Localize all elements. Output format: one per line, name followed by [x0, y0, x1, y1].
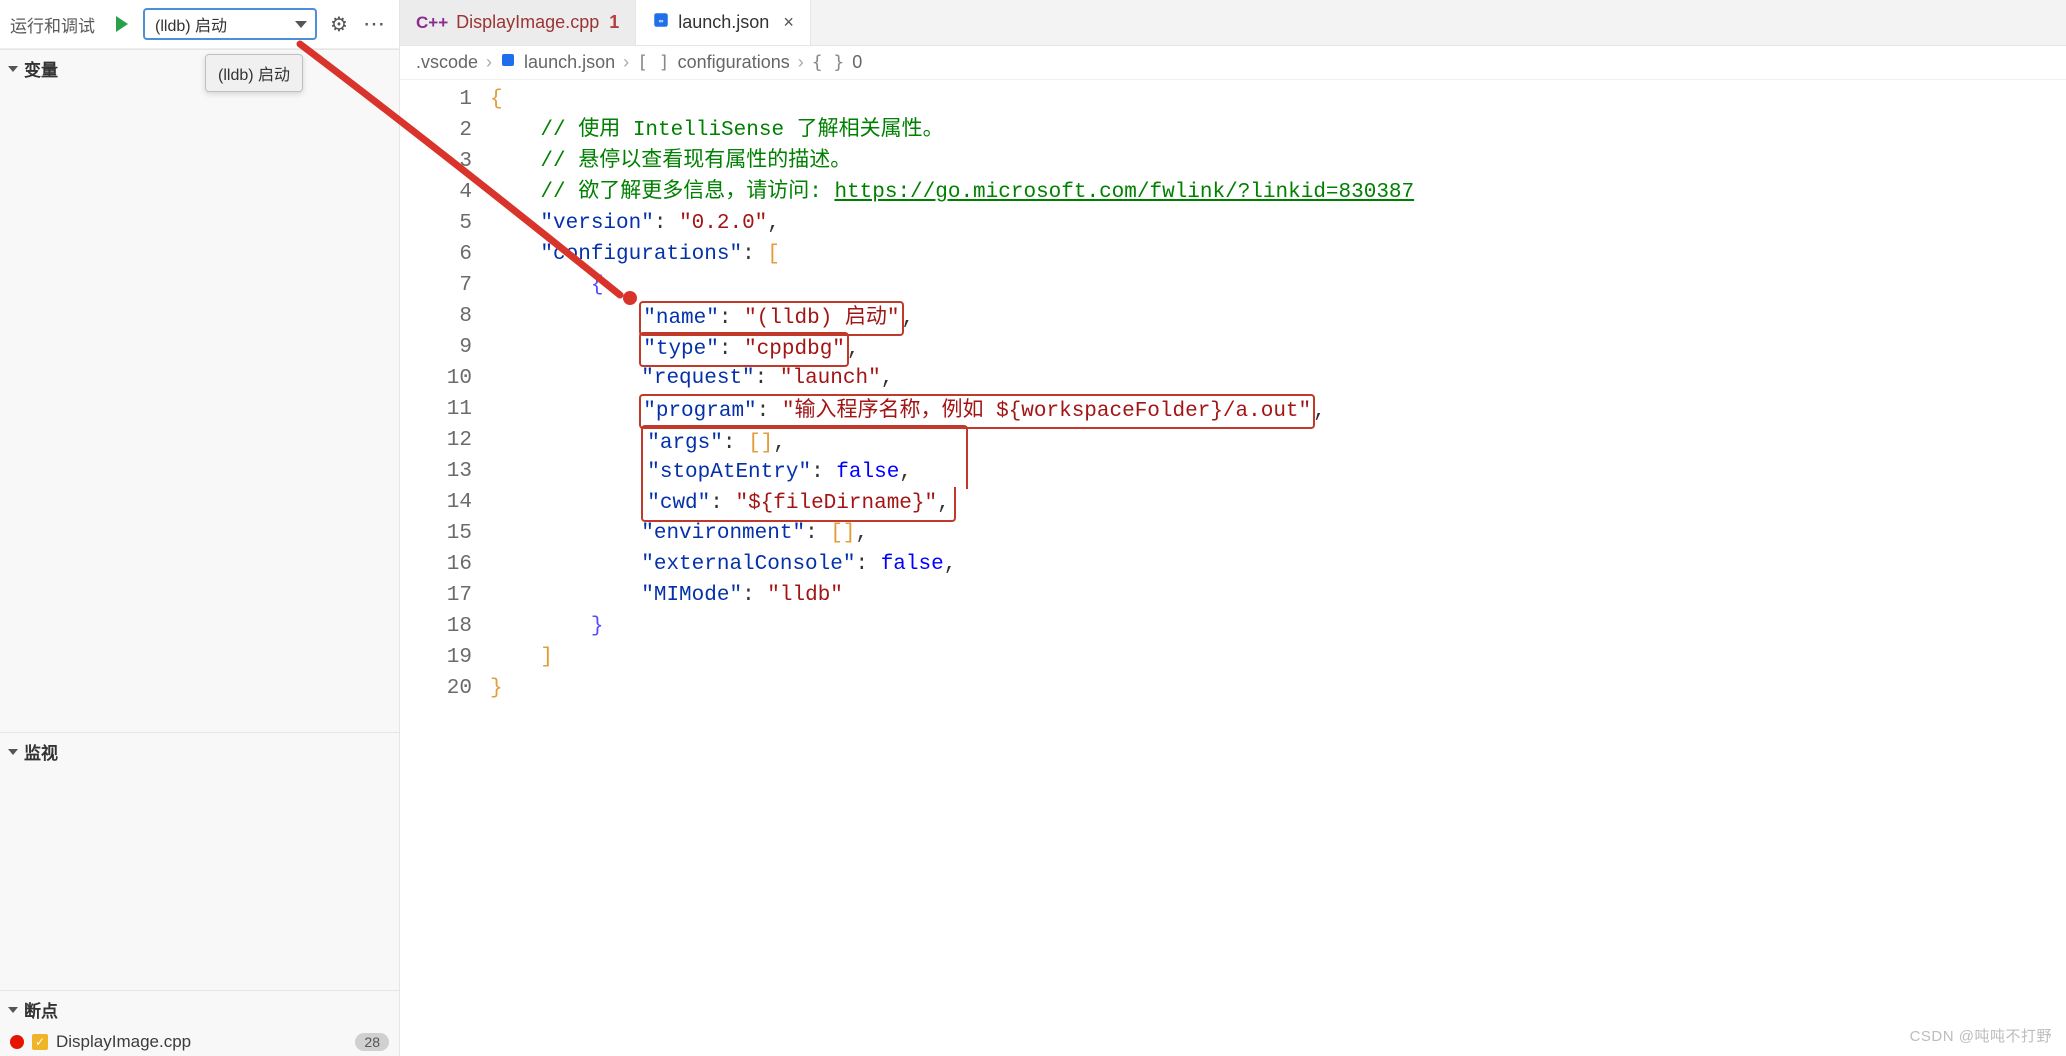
debug-config-label: (lldb) 启动	[155, 12, 227, 36]
debug-config-select[interactable]: (lldb) 启动	[143, 8, 317, 40]
variables-label: 变量	[24, 56, 58, 81]
dirty-indicator: 1	[609, 12, 619, 33]
chevron-right-icon: ›	[798, 52, 804, 73]
debug-sidebar: 运行和调试 (lldb) 启动 ⚙ ⋯ 变量	[0, 0, 400, 1056]
close-icon[interactable]: ×	[783, 12, 794, 33]
breadcrumb-index[interactable]: 0	[852, 52, 862, 73]
object-icon: { }	[812, 52, 845, 73]
json-file-icon: ∞	[652, 11, 670, 34]
tab-displayimage[interactable]: C++ DisplayImage.cpp 1	[400, 0, 636, 45]
variables-header[interactable]: 变量	[0, 50, 399, 87]
more-actions-button[interactable]: ⋯	[361, 10, 389, 38]
breakpoints-label: 断点	[24, 997, 58, 1022]
chevron-right-icon: ›	[486, 52, 492, 73]
start-debug-button[interactable]	[109, 11, 135, 37]
breakpoint-dot-icon	[10, 1035, 24, 1049]
chevron-down-icon	[295, 21, 307, 28]
breadcrumb-file[interactable]: launch.json	[524, 52, 615, 73]
tab-label: launch.json	[678, 12, 769, 33]
watermark: CSDN @吨吨不打野	[1910, 1025, 2052, 1046]
line-gutter: 1234567891011121314151617181920	[400, 80, 490, 1056]
ellipsis-icon: ⋯	[363, 11, 387, 37]
breakpoint-count: 28	[355, 1033, 389, 1051]
breadcrumb-path[interactable]: configurations	[678, 52, 790, 73]
breadcrumb-folder[interactable]: .vscode	[416, 52, 478, 73]
chevron-down-icon	[8, 749, 18, 755]
debug-header: 运行和调试 (lldb) 启动 ⚙ ⋯	[0, 0, 399, 49]
debug-settings-button[interactable]: ⚙	[325, 10, 353, 38]
tab-launchjson[interactable]: ∞ launch.json ×	[636, 0, 811, 45]
breakpoints-header[interactable]: 断点	[0, 991, 399, 1028]
array-icon: [ ]	[637, 52, 670, 73]
gear-icon: ⚙	[330, 12, 348, 37]
chevron-right-icon: ›	[623, 52, 629, 73]
watch-section: 监视	[0, 732, 399, 990]
play-icon	[116, 16, 128, 32]
config-tooltip: (lldb) 启动	[205, 54, 303, 92]
variables-section: 变量	[0, 49, 399, 732]
svg-text:∞: ∞	[659, 18, 664, 25]
breakpoint-row[interactable]: ✓ DisplayImage.cpp 28	[0, 1028, 399, 1056]
debug-title: 运行和调试	[10, 12, 95, 37]
editor-tabs: C++ DisplayImage.cpp 1 ∞ launch.json ×	[400, 0, 2066, 46]
breakpoints-section: 断点 ✓ DisplayImage.cpp 28	[0, 990, 399, 1056]
code-editor[interactable]: 1234567891011121314151617181920 { // 使用 …	[400, 80, 2066, 1056]
watch-label: 监视	[24, 739, 58, 764]
chevron-down-icon	[8, 66, 18, 72]
json-file-icon	[500, 52, 516, 73]
breakpoint-file: DisplayImage.cpp	[56, 1032, 191, 1052]
code-content[interactable]: { // 使用 IntelliSense 了解相关属性。 // 悬停以查看现有属…	[490, 80, 2066, 1056]
breadcrumbs[interactable]: .vscode › launch.json › [ ] configuratio…	[400, 46, 2066, 80]
breakpoint-check-icon: ✓	[32, 1034, 48, 1050]
chevron-down-icon	[8, 1007, 18, 1013]
watch-header[interactable]: 监视	[0, 733, 399, 770]
editor-area: C++ DisplayImage.cpp 1 ∞ launch.json × .…	[400, 0, 2066, 1056]
cpp-file-icon: C++	[416, 13, 448, 33]
tab-label: DisplayImage.cpp	[456, 12, 599, 33]
